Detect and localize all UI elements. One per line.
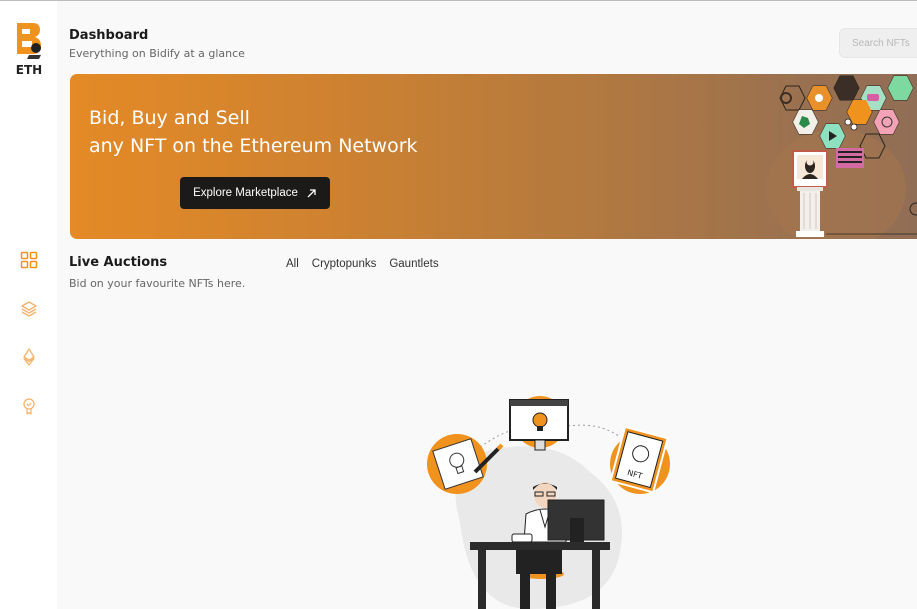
hero-banner: Bid, Buy and Sell any NFT on the Ethereu… [70, 74, 917, 239]
auction-filter-tabs: All Cryptopunks Gauntlets [286, 258, 439, 270]
sidebar: ETH [0, 1, 57, 609]
search-input[interactable] [839, 28, 917, 58]
nft-hexagon-illustration [766, 75, 917, 239]
filter-gauntlets[interactable]: Gauntlets [389, 258, 438, 270]
page-subtitle: Everything on Bidify at a glance [69, 47, 245, 60]
top-border [0, 0, 917, 1]
filter-cryptopunks[interactable]: Cryptopunks [312, 258, 377, 270]
page-title: Dashboard [69, 28, 149, 43]
layers-icon[interactable] [20, 300, 38, 318]
logo-text: ETH [15, 63, 43, 77]
logo[interactable]: ETH [9, 21, 49, 79]
grid-icon[interactable] [20, 251, 38, 269]
explore-marketplace-label: Explore Marketplace [193, 187, 298, 199]
live-auctions-subtitle: Bid on your favourite NFTs here. [69, 277, 246, 290]
explore-marketplace-button[interactable]: Explore Marketplace [180, 177, 330, 209]
filter-all[interactable]: All [286, 258, 299, 270]
banner-headline: Bid, Buy and Sell [89, 107, 250, 129]
award-icon[interactable] [20, 397, 38, 415]
ethereum-icon[interactable] [20, 348, 38, 366]
bidify-logo-icon [17, 23, 41, 59]
banner-subheadline: any NFT on the Ethereum Network [89, 135, 418, 157]
live-auctions-title: Live Auctions [69, 255, 168, 270]
empty-state-illustration: NFT [427, 396, 670, 609]
arrow-up-right-icon [307, 188, 316, 197]
